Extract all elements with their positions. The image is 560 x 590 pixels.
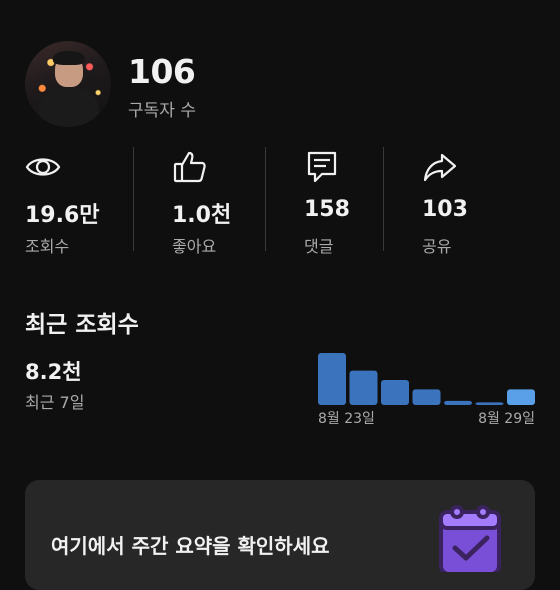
stat-divider [383, 147, 384, 251]
avatar-person-hair [53, 51, 85, 65]
weekly-summary-text: 여기에서 주간 요약을 확인하세요 [51, 534, 330, 558]
recent-views-chart[interactable]: 8월 23일 8월 29일 [310, 345, 540, 430]
recent-views-period: 최근 7일 [25, 393, 85, 412]
stat-comments-value: 158 [304, 197, 350, 222]
avatar-person-body [39, 87, 99, 127]
stat-shares[interactable]: 103 공유 [422, 145, 532, 256]
stat-views-label: 조회수 [25, 237, 70, 256]
chart-tick-label-end: 8월 29일 [478, 411, 535, 427]
calendar-check-icon [439, 505, 501, 572]
stat-likes-label: 좋아요 [172, 237, 217, 256]
chart-bar[interactable] [349, 370, 378, 405]
stat-likes-value: 1.0천 [172, 203, 232, 228]
recent-views-title: 최근 조회수 [25, 312, 139, 338]
chart-bar[interactable] [412, 389, 441, 405]
comment-icon [307, 151, 337, 183]
weekly-summary-card[interactable]: 여기에서 주간 요약을 확인하세요 [25, 480, 535, 590]
chart-bar[interactable] [318, 353, 346, 405]
subscriber-label: 구독자 수 [128, 101, 196, 121]
chart-bar[interactable] [475, 402, 504, 405]
stat-divider [265, 147, 266, 251]
chart-bar[interactable] [381, 380, 409, 405]
stat-comments[interactable]: 158 댓글 [304, 145, 414, 256]
chart-bar[interactable] [444, 400, 472, 405]
stat-comments-label: 댓글 [304, 237, 334, 256]
eye-icon [25, 158, 61, 176]
stat-views-value: 19.6만 [25, 203, 100, 228]
stat-views[interactable]: 19.6만 조회수 [25, 145, 135, 256]
chart-tick-label-start: 8월 23일 [318, 411, 375, 427]
share-icon [423, 153, 457, 182]
stat-divider [133, 147, 134, 251]
recent-views-value: 8.2천 [25, 360, 82, 384]
thumbs-up-icon [173, 151, 206, 183]
stat-shares-value: 103 [422, 197, 468, 222]
chart-bar[interactable] [507, 389, 535, 405]
subscriber-count: 106 [128, 52, 196, 91]
stat-shares-label: 공유 [422, 237, 452, 256]
channel-avatar[interactable] [25, 41, 111, 127]
